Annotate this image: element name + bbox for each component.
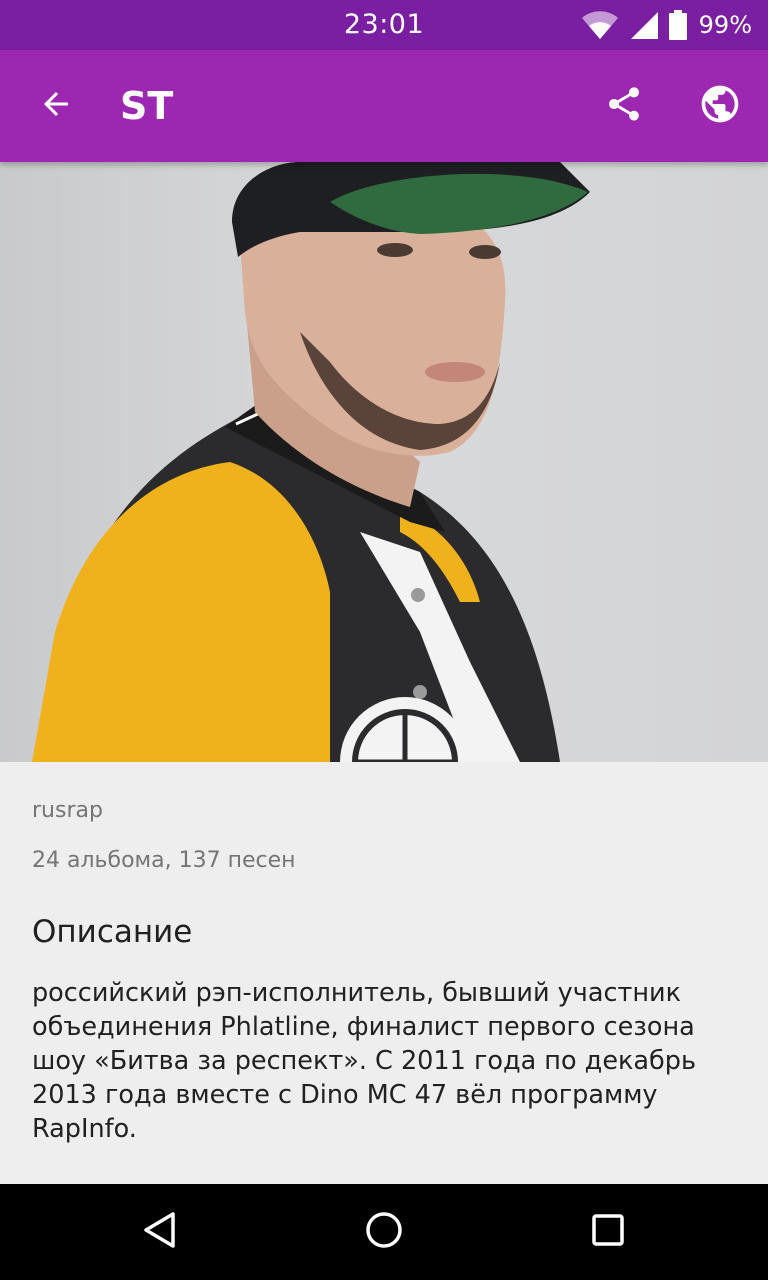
back-button[interactable] xyxy=(28,78,84,134)
wifi-icon xyxy=(581,10,619,40)
description-text: российский рэп-исполнитель, бывший участ… xyxy=(32,978,696,1144)
album-song-count: 24 альбома, 137 песен xyxy=(32,848,296,873)
share-icon xyxy=(604,84,644,128)
status-icons: 99% xyxy=(581,8,752,42)
battery-percent: 99% xyxy=(698,11,752,39)
recents-square-icon xyxy=(588,1210,628,1254)
navigation-bar xyxy=(0,1184,768,1280)
battery-icon xyxy=(668,10,687,40)
back-triangle-icon xyxy=(140,1210,180,1254)
home-circle-icon xyxy=(364,1210,404,1254)
page-title: ST xyxy=(120,84,174,128)
nav-back-button[interactable] xyxy=(132,1204,188,1260)
app-bar: ST xyxy=(0,50,768,162)
description-heading: Описание xyxy=(32,914,193,950)
status-bar: 23:01 99% xyxy=(0,0,768,50)
website-button[interactable] xyxy=(692,78,748,134)
share-button[interactable] xyxy=(596,78,652,134)
globe-icon xyxy=(698,82,742,130)
nav-home-button[interactable] xyxy=(356,1204,412,1260)
artist-photo xyxy=(0,162,768,762)
back-arrow-icon xyxy=(38,86,74,126)
nav-recents-button[interactable] xyxy=(580,1204,636,1260)
genre-label: rusrap xyxy=(32,798,103,823)
signal-icon xyxy=(629,10,659,40)
